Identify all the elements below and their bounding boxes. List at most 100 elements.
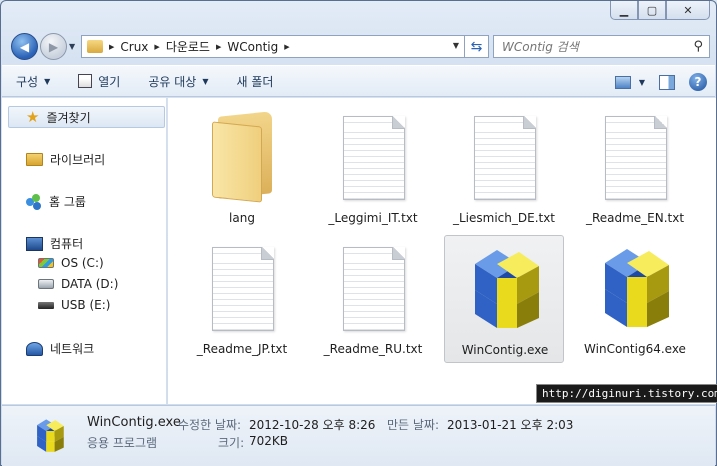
text-file-icon [204,241,282,339]
open-button[interactable]: 열기 [64,73,134,90]
forward-arrow-icon: ▶ [48,39,59,54]
sidebar-item-drive-e[interactable]: USB (E:) [38,298,110,312]
organize-button[interactable]: 구성 ▼ [2,73,64,90]
preview-pane-button[interactable] [659,74,675,90]
sidebar-item-label: 네트워크 [50,342,95,356]
caption-buttons: ▁ ▢ ✕ [610,1,710,21]
chevron-down-icon: ▼ [44,76,51,86]
sidebar-item-drive-c[interactable]: OS (C:) [38,256,104,270]
sidebar-item-label: DATA (D:) [61,277,119,291]
application-icon [78,74,93,88]
refresh-button[interactable]: ⇆ [465,35,489,58]
address-dropdown-icon[interactable]: ▼ [453,41,459,50]
sidebar-item-homegroup[interactable]: 홈 그룹 [26,193,86,210]
text-file-icon [466,110,544,208]
system-drive-icon [38,258,54,268]
breadcrumb-separator-icon[interactable]: ▶ [154,43,159,51]
wincontig-app-icon [467,242,545,340]
sidebar-item-label: 홈 그룹 [49,195,86,209]
breadcrumb: ▶ Crux ▶ 다운로드 ▶ WContig ▶ [103,38,296,55]
explorer-window: ▁ ▢ ✕ ◀ ▶ ▼ ▶ Crux ▶ 다운로드 ▶ WContig ▶ ▼ … [0,0,717,466]
file-name: WinContig.exe [461,343,549,357]
close-button[interactable]: ✕ [666,1,710,20]
sidebar-item-libraries[interactable]: 라이브러리 [26,151,105,168]
back-arrow-icon: ◀ [19,39,30,54]
details-modified-value: 2012-10-28 오후 8:26 [249,418,376,432]
details-file-name: WinContig.exe [87,415,181,430]
change-view-button[interactable]: ▼ [614,75,645,89]
file-item-exe-selected[interactable]: WinContig.exe [444,235,564,363]
file-list: lang _Leggimi_IT.txt _Liesmich_DE.txt _R… [168,98,716,404]
file-item-txt[interactable]: _Liesmich_DE.txt [444,104,564,232]
cube-logo-icon [37,419,64,452]
minimize-button[interactable]: ▁ [610,1,638,20]
file-name: _Liesmich_DE.txt [452,211,556,225]
selected-file-icon [30,416,70,456]
search-icon[interactable]: ⚲ [693,39,703,54]
help-icon[interactable]: ? [689,73,707,91]
view-icon [614,75,631,89]
search-box: ⚲ [493,35,710,58]
details-modified-label: 수정한 날짜: [178,418,242,432]
text-file-icon [335,110,413,208]
file-item-folder[interactable]: lang [182,104,302,232]
watermark: http://diginuri.tistory.com [536,384,717,403]
recent-pages-dropdown[interactable]: ▼ [69,42,75,51]
chevron-down-icon: ▼ [202,76,209,86]
breadcrumb-separator-icon[interactable]: ▶ [216,43,221,51]
star-icon: ★ [26,108,40,126]
text-file-icon [597,110,675,208]
breadcrumb-separator-icon[interactable]: ▶ [284,43,289,51]
cube-logo-icon [475,250,539,328]
details-file-type: 응용 프로그램 [87,436,158,450]
open-label: 열기 [98,74,121,89]
homegroup-icon [26,193,42,210]
breadcrumb-item[interactable]: Crux [120,40,148,54]
details-size-label: 크기: [218,436,245,450]
search-input[interactable] [494,39,684,54]
folder-icon [87,40,103,53]
file-item-exe[interactable]: WinContig64.exe [575,235,695,363]
sidebar-item-favorites[interactable]: ★ 즐겨찾기 [26,108,91,126]
share-button[interactable]: 공유 대상 ▼ [134,73,222,90]
new-folder-button[interactable]: 새 폴더 [222,73,287,90]
sidebar-item-computer[interactable]: 컴퓨터 [26,235,83,252]
file-name: _Readme_EN.txt [585,211,685,225]
folder-icon [204,110,282,208]
sidebar-item-label: OS (C:) [61,256,104,270]
file-item-txt[interactable]: _Readme_JP.txt [182,235,302,363]
wincontig64-app-icon [597,241,675,339]
file-name: _Leggimi_IT.txt [328,211,418,225]
chevron-down-icon: ▼ [638,77,645,87]
address-bar[interactable]: ▶ Crux ▶ 다운로드 ▶ WContig ▶ ▼ [81,35,465,58]
file-item-txt[interactable]: _Readme_RU.txt [313,235,433,363]
sidebar-item-label: 즐겨찾기 [46,110,91,125]
hard-drive-icon [38,279,54,289]
cube-logo-icon [605,249,669,327]
navigation-pane: ★ 즐겨찾기 라이브러리 홈 그룹 컴퓨터 OS (C:) DATA (D:) [2,98,167,404]
maximize-button[interactable]: ▢ [638,1,666,20]
organize-label: 구성 [16,74,39,89]
file-name: WinContig64.exe [584,342,686,356]
back-button[interactable]: ◀ [11,33,38,60]
breadcrumb-separator-icon[interactable]: ▶ [109,43,114,51]
network-icon [26,341,43,356]
file-name: _Readme_RU.txt [323,342,423,356]
sidebar-item-drive-d[interactable]: DATA (D:) [38,277,118,291]
command-bar: 구성 ▼ 열기 공유 대상 ▼ 새 폴더 ▼ ? [2,65,715,97]
sidebar-item-label: 라이브러리 [50,153,106,167]
forward-button[interactable]: ▶ [40,33,67,60]
details-created-value: 2013-01-21 오후 2:03 [447,418,574,432]
navigation-bar: ◀ ▶ ▼ ▶ Crux ▶ 다운로드 ▶ WContig ▶ ▼ ⇆ ⚲ [9,33,710,61]
details-size-value: 702KB [249,434,289,448]
sidebar-item-network[interactable]: 네트워크 [26,340,94,357]
new-folder-label: 새 폴더 [236,74,274,89]
text-file-icon [335,241,413,339]
file-item-txt[interactable]: _Readme_EN.txt [575,104,695,232]
breadcrumb-item[interactable]: 다운로드 [166,38,210,55]
folder-graphic [212,111,274,203]
breadcrumb-item[interactable]: WContig [227,40,278,54]
file-item-txt[interactable]: _Leggimi_IT.txt [313,104,433,232]
library-icon [26,153,43,166]
usb-drive-icon [38,301,54,309]
